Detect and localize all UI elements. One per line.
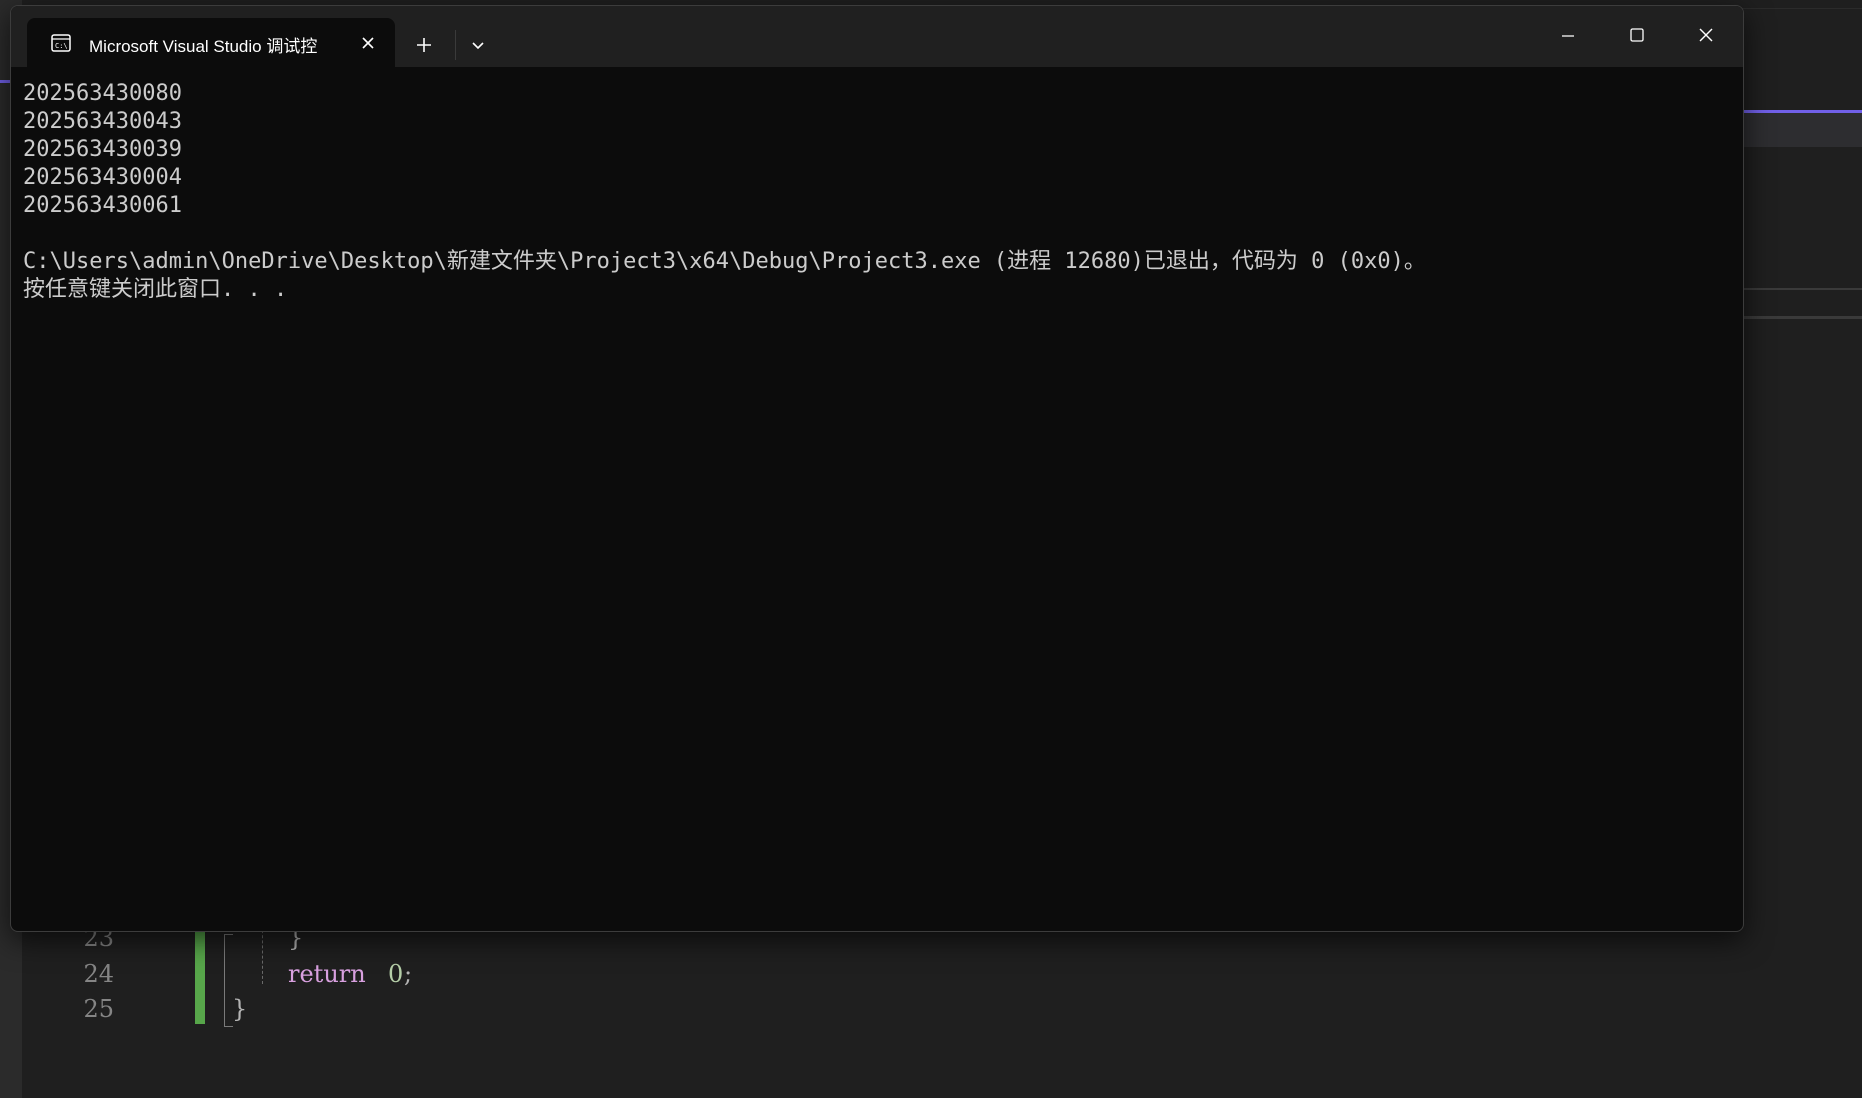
output-line: 202563430004 xyxy=(23,165,182,190)
line-number: 24 xyxy=(83,960,114,988)
code-keyword: return xyxy=(288,960,366,988)
code-number: 0 xyxy=(388,960,404,988)
line-number: 25 xyxy=(83,995,114,1023)
window-close-button[interactable] xyxy=(1686,18,1726,52)
ide-right-divider xyxy=(1742,288,1862,290)
code-line[interactable]: 25 } xyxy=(22,995,622,1029)
new-tab-button[interactable] xyxy=(407,28,441,62)
minimize-button[interactable] xyxy=(1548,18,1588,52)
tab-title: Microsoft Visual Studio 调试控 xyxy=(89,37,318,56)
minimize-icon xyxy=(1562,35,1574,37)
console-icon: C:\ xyxy=(51,34,71,52)
maximize-button[interactable] xyxy=(1617,18,1657,52)
press-key-prompt: 按任意键关闭此窗口. . . xyxy=(23,277,288,302)
close-icon[interactable] xyxy=(357,32,379,54)
console-tab[interactable]: C:\ Microsoft Visual Studio 调试控 xyxy=(27,18,395,67)
chevron-down-icon xyxy=(472,42,484,50)
output-line: 202563430080 xyxy=(23,81,182,106)
window-titlebar[interactable]: C:\ Microsoft Visual Studio 调试控 xyxy=(11,6,1743,67)
code-punctuation: ; xyxy=(404,960,413,988)
ide-right-divider xyxy=(1742,316,1862,319)
titlebar-separator xyxy=(455,30,456,60)
window-close-icon xyxy=(1699,28,1713,42)
output-line: 202563430039 xyxy=(23,137,182,162)
console-output[interactable]: 202563430080 202563430043 202563430039 2… xyxy=(23,80,1723,304)
maximize-icon xyxy=(1630,28,1644,42)
plus-icon xyxy=(417,38,431,52)
tab-dropdown-button[interactable] xyxy=(461,28,495,62)
svg-text:C:\: C:\ xyxy=(55,42,68,50)
code-line[interactable]: 24 return 0 ; xyxy=(22,960,622,994)
debug-console-window[interactable]: C:\ Microsoft Visual Studio 调试控 20256343… xyxy=(10,5,1744,932)
code-editor[interactable]: 23 } 24 return 0 ; 25 } xyxy=(22,920,1862,1098)
output-line: 202563430061 xyxy=(23,193,182,218)
code-text: } xyxy=(232,995,248,1023)
ide-right-panel-header xyxy=(1742,113,1862,147)
output-line: 202563430043 xyxy=(23,109,182,134)
process-exit-message: C:\Users\admin\OneDrive\Desktop\新建文件夹\Pr… xyxy=(23,249,1426,274)
